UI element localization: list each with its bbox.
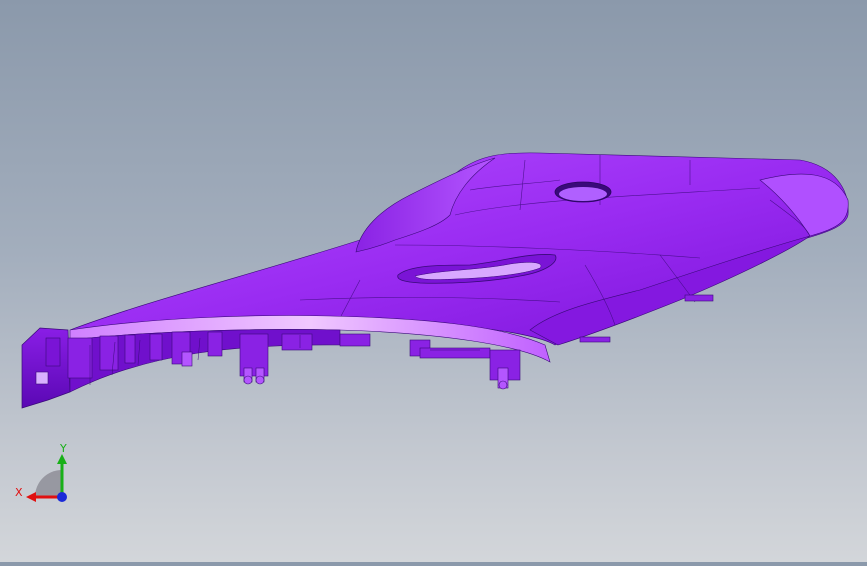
cupholder-hole-inner [559,187,607,201]
x-axis-label: X [15,486,23,499]
clip-slot [35,371,49,385]
y-axis-arrow [57,454,67,464]
y-axis-label: Y [59,442,67,455]
x-axis-arrow [26,492,36,502]
3d-viewport[interactable] [0,0,867,562]
clip-tab [45,337,61,367]
z-axis-dot [57,492,67,502]
part-model[interactable] [0,0,867,562]
coordinate-triad: Y X [10,440,80,510]
triad-quadrant [35,470,62,497]
